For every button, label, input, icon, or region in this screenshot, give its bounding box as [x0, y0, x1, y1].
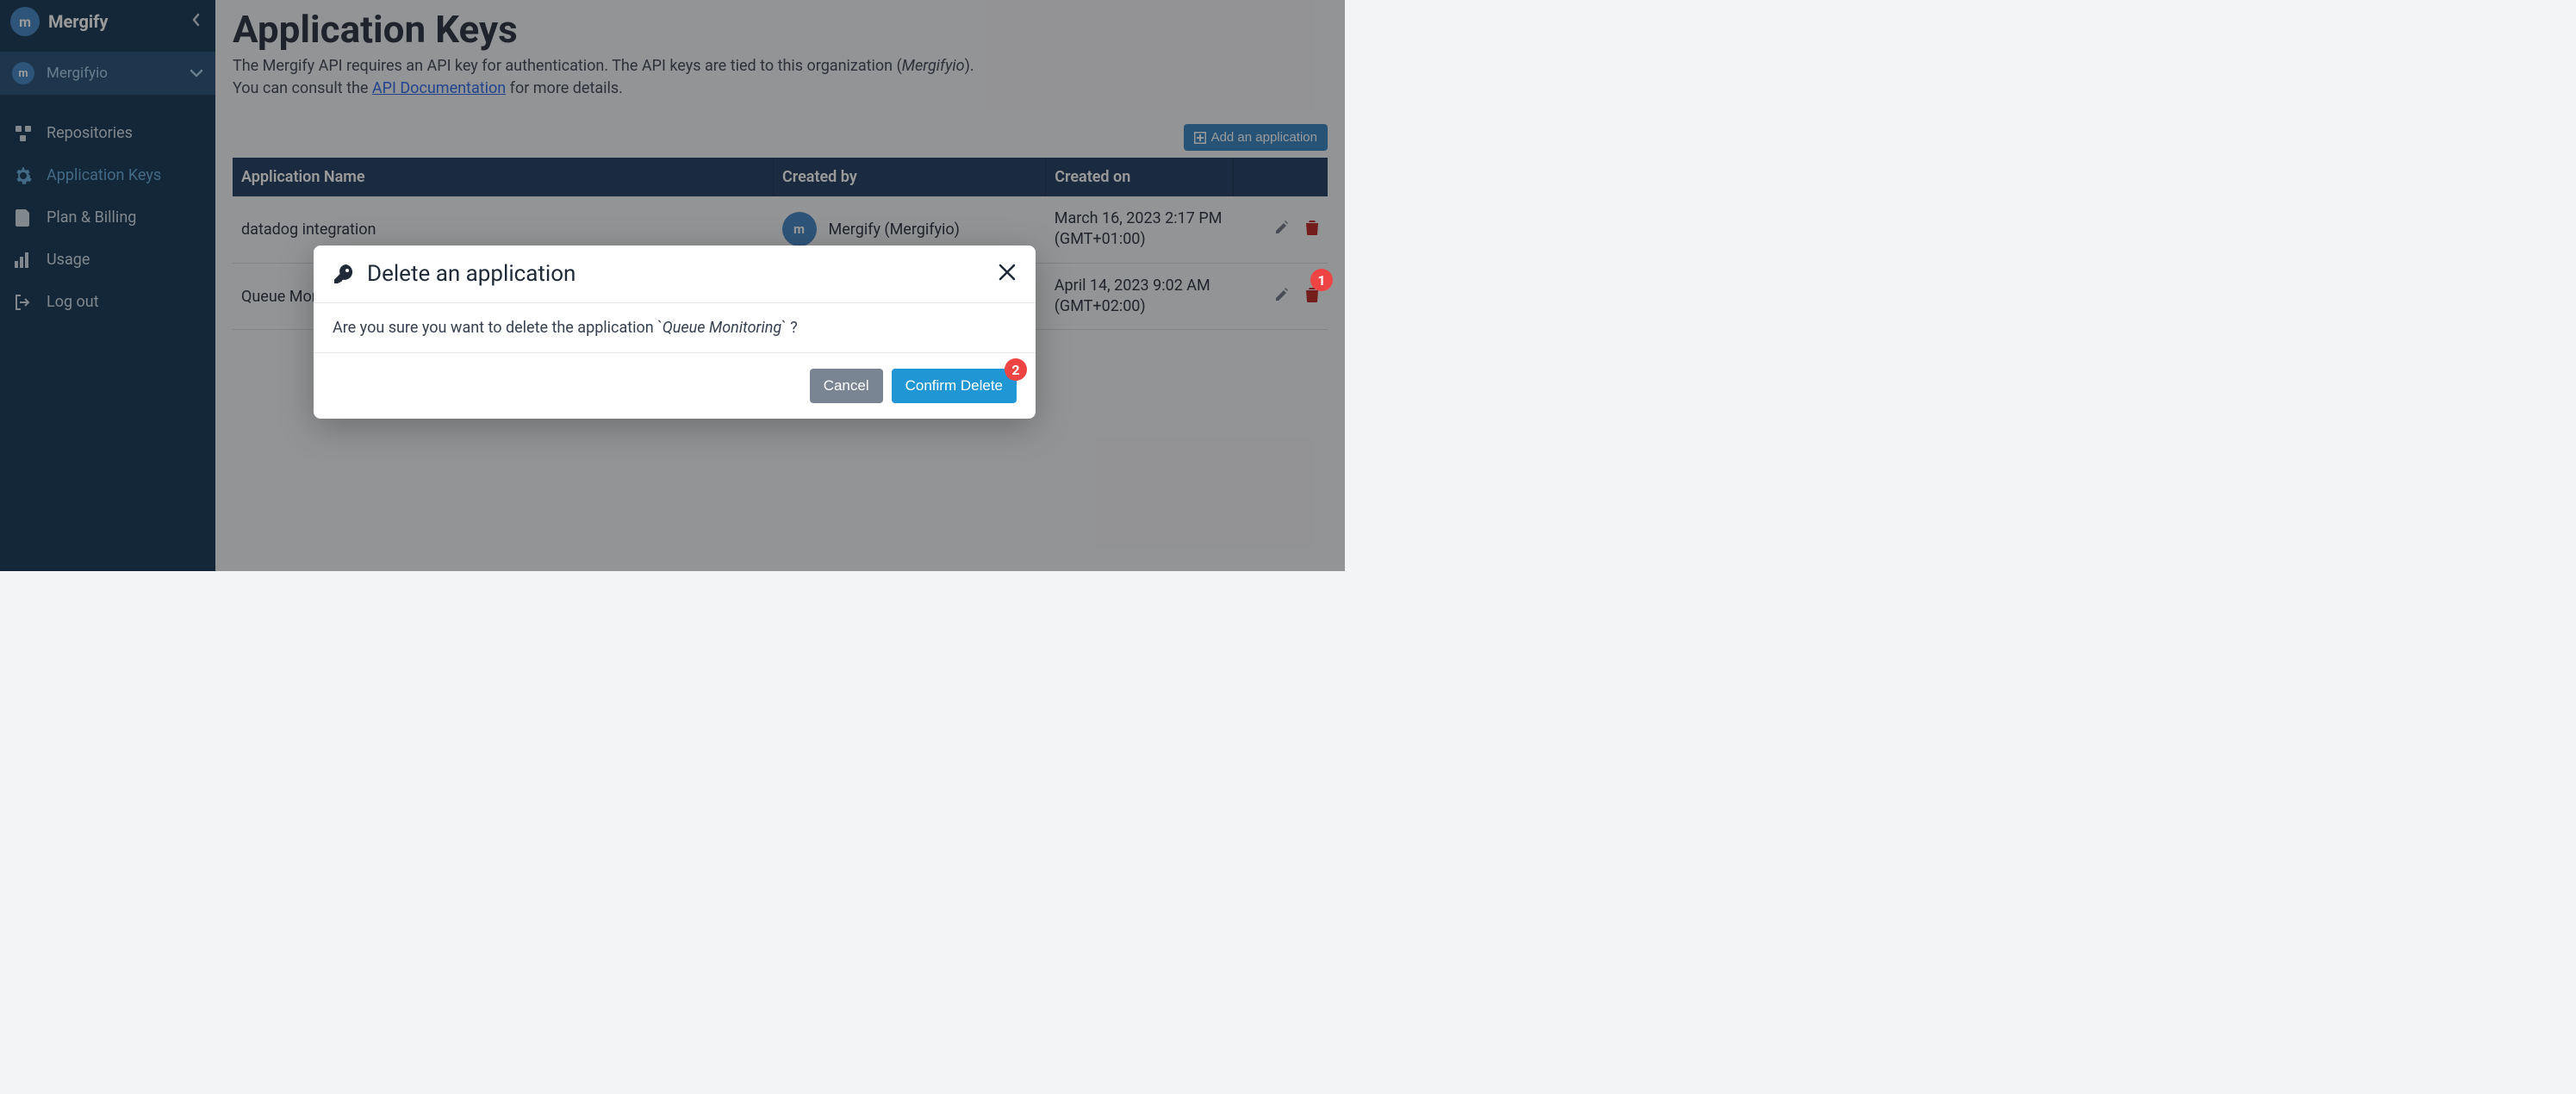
cancel-button[interactable]: Cancel	[810, 369, 883, 403]
modal-close-button[interactable]	[998, 263, 1017, 285]
annotation-badge-1: 1	[1310, 269, 1333, 291]
modal-header: Delete an application	[314, 246, 1036, 303]
annotation-badge-2: 2	[1005, 358, 1027, 381]
confirm-delete-button[interactable]: Confirm Delete	[892, 369, 1017, 403]
modal-title: Delete an application	[367, 261, 986, 287]
close-icon	[998, 263, 1017, 282]
delete-application-modal: Delete an application Are you sure you w…	[314, 246, 1036, 419]
modal-footer: Cancel Confirm Delete 2	[314, 353, 1036, 419]
modal-text: Are you sure you want to delete the appl…	[333, 319, 663, 337]
key-icon	[333, 263, 355, 285]
modal-app-name: Queue Monitoring	[663, 319, 781, 337]
modal-text: ` ?	[781, 319, 798, 337]
modal-body: Are you sure you want to delete the appl…	[314, 303, 1036, 353]
